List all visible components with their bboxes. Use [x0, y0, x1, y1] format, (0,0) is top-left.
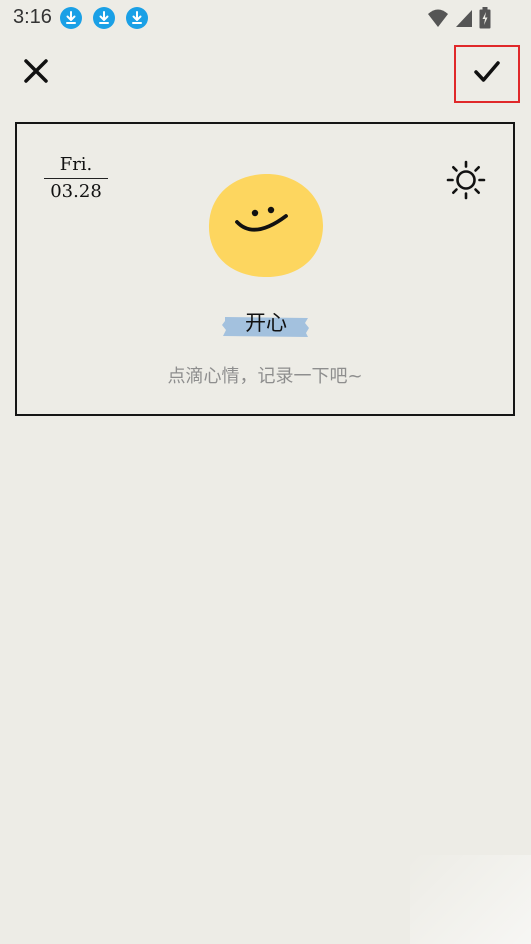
entry-date[interactable]: Fri. 03.28 — [44, 155, 108, 203]
status-bar: 3:16 — [0, 0, 531, 36]
date-day: 03.28 — [50, 181, 102, 202]
system-icons — [427, 7, 491, 33]
check-icon — [473, 60, 501, 88]
mood-face-button[interactable] — [207, 172, 325, 280]
status-time: 3:16 — [13, 6, 52, 28]
download-icon — [60, 7, 82, 29]
download-icon — [93, 7, 115, 29]
sun-icon — [446, 160, 486, 204]
smiley-face-icon — [207, 173, 325, 284]
download-icon — [126, 7, 148, 29]
mood-label: 开心 — [245, 311, 287, 335]
date-weekday: Fri. — [44, 155, 108, 179]
close-button[interactable] — [18, 55, 54, 91]
weather-button[interactable] — [446, 160, 486, 200]
battery-charging-icon — [479, 7, 491, 33]
cell-signal-icon — [455, 8, 473, 32]
corner-highlight — [410, 855, 531, 944]
confirm-button[interactable] — [454, 45, 520, 103]
mood-label-tag: 开心 — [222, 306, 312, 342]
wifi-icon — [427, 8, 449, 32]
close-icon — [22, 57, 50, 89]
mood-entry-card: Fri. 03.28 开心 点滴心情，记录一下吧~ — [15, 122, 515, 416]
note-input[interactable]: 点滴心情，记录一下吧~ — [17, 362, 513, 388]
